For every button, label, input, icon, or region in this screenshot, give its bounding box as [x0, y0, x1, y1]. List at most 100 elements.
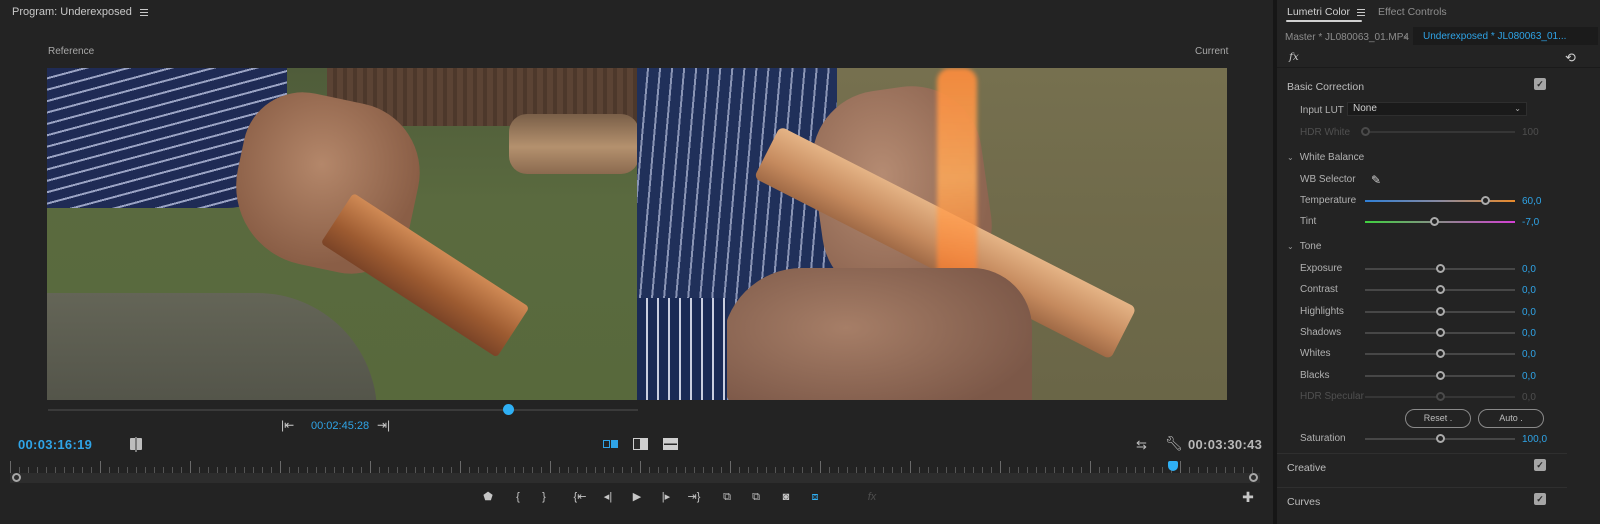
panel-menu-icon[interactable]: [1357, 8, 1366, 16]
active-tab-indicator: [1286, 20, 1362, 22]
tab-lumetri-color[interactable]: Lumetri Color: [1287, 6, 1366, 18]
white-balance-header[interactable]: ⌄ White Balance: [1287, 152, 1364, 163]
whites-value[interactable]: 0,0: [1522, 349, 1536, 360]
reference-frame: [47, 68, 637, 400]
slider-track: [1365, 221, 1515, 223]
basic-correction-header[interactable]: Basic Correction: [1287, 81, 1364, 93]
striped-cuff: [637, 298, 727, 400]
reference-go-to-in-button[interactable]: |⇤: [281, 418, 294, 432]
playhead[interactable]: [1167, 461, 1178, 471]
exposure-value[interactable]: 0,0: [1522, 264, 1536, 275]
tone-header[interactable]: ⌄ Tone: [1287, 241, 1321, 252]
lift-button[interactable]: ⧉: [719, 490, 735, 504]
global-fx-mute-button[interactable]: fx: [864, 490, 880, 504]
slider-knob[interactable]: [1436, 349, 1445, 358]
input-lut-dropdown[interactable]: None ⌄: [1347, 102, 1527, 116]
saturation-label: Saturation: [1300, 433, 1346, 444]
highlights-slider[interactable]: [1365, 307, 1515, 317]
slider-knob[interactable]: [1361, 127, 1370, 136]
shadows-value[interactable]: 0,0: [1522, 328, 1536, 339]
divider: [1277, 453, 1567, 454]
side-by-side-view-button[interactable]: [603, 438, 618, 450]
reset-button[interactable]: Reset .: [1405, 409, 1471, 428]
comparison-view-button[interactable]: ⧈: [807, 490, 823, 504]
saturation-slider[interactable]: [1365, 434, 1515, 444]
zoom-scrollbar[interactable]: [10, 473, 1260, 483]
tab-effect-controls[interactable]: Effect Controls: [1378, 6, 1447, 18]
contrast-value[interactable]: 0,0: [1522, 285, 1536, 296]
eyedropper-icon[interactable]: ✎: [1371, 173, 1381, 187]
zoom-start-handle[interactable]: [12, 473, 21, 482]
vertical-split-view-button[interactable]: [633, 438, 648, 450]
blacks-value[interactable]: 0,0: [1522, 371, 1536, 382]
fx-bypass-toggle[interactable]: fx: [1289, 51, 1299, 63]
blacks-slider[interactable]: [1365, 371, 1515, 381]
export-frame-button[interactable]: ◙: [778, 490, 794, 504]
go-to-out-button[interactable]: ⇥}: [686, 490, 702, 504]
horizontal-split-view-button[interactable]: [663, 438, 678, 450]
contrast-slider[interactable]: [1365, 285, 1515, 295]
reference-scrub-handle[interactable]: [503, 404, 515, 415]
creative-header[interactable]: Creative: [1287, 462, 1326, 474]
wrench-icon[interactable]: 🔧︎: [1165, 435, 1183, 452]
master-clip-label[interactable]: Master * JL080063_01.MP4: [1285, 32, 1409, 43]
saturation-value[interactable]: 100,0: [1522, 434, 1547, 445]
tint-value[interactable]: -7,0: [1522, 217, 1539, 228]
swap-sides-icon[interactable]: ⇆: [1136, 437, 1147, 453]
hdr-specular-value[interactable]: 0,0: [1522, 392, 1536, 403]
curves-header[interactable]: Curves: [1287, 496, 1320, 508]
button-editor-button[interactable]: ✚: [1240, 490, 1256, 504]
highlights-value[interactable]: 0,0: [1522, 307, 1536, 318]
shadows-label: Shadows: [1300, 327, 1342, 338]
panel-menu-icon[interactable]: [139, 8, 148, 16]
go-to-out-icon: ⇥}: [687, 491, 701, 503]
play-button[interactable]: ▶: [629, 490, 645, 504]
plus-icon: ✚: [1242, 489, 1254, 505]
auto-button[interactable]: Auto .: [1478, 409, 1544, 428]
temperature-slider[interactable]: [1365, 196, 1515, 206]
hdr-specular-slider[interactable]: [1365, 392, 1515, 402]
timeline-ruler[interactable]: [10, 461, 1260, 473]
extract-button[interactable]: ⧉: [748, 490, 764, 504]
add-marker-button[interactable]: ⬟: [480, 490, 496, 504]
program-monitor-panel: Program: Underexposed Reference Current …: [0, 0, 1273, 524]
curves-checkbox[interactable]: ✓: [1534, 493, 1546, 505]
exposure-slider[interactable]: [1365, 264, 1515, 274]
go-to-in-button[interactable]: {⇤: [572, 490, 588, 504]
mark-in-button[interactable]: {: [510, 490, 526, 504]
divider: [1277, 67, 1600, 68]
mark-out-button[interactable]: }: [536, 490, 552, 504]
zoom-end-handle[interactable]: [1249, 473, 1258, 482]
reset-effect-icon[interactable]: ⟲: [1565, 50, 1576, 66]
panel-title-text: Program: Underexposed: [12, 6, 132, 18]
slider-knob[interactable]: [1436, 392, 1445, 401]
go-to-out-icon: ⇥|: [377, 418, 391, 432]
temperature-value[interactable]: 60,0: [1522, 196, 1541, 207]
hdr-white-slider[interactable]: [1361, 127, 1515, 137]
slider-knob[interactable]: [1436, 328, 1445, 337]
slider-knob[interactable]: [1436, 434, 1445, 443]
slider-knob[interactable]: [1436, 371, 1445, 380]
playhead-timecode[interactable]: 00:03:16:19: [18, 437, 92, 452]
creative-checkbox[interactable]: ✓: [1534, 459, 1546, 471]
reference-timecode[interactable]: 00:02:45:28: [311, 420, 369, 432]
chevron-down-icon[interactable]: ⌄: [1402, 30, 1410, 41]
step-back-button[interactable]: ◂|: [600, 490, 616, 504]
contrast-label: Contrast: [1300, 284, 1338, 295]
slider-knob[interactable]: [1436, 264, 1445, 273]
reference-scrub-track[interactable]: [48, 409, 638, 411]
step-forward-button[interactable]: |▸: [658, 490, 674, 504]
slider-track: [1365, 200, 1515, 202]
target-clip-dropdown[interactable]: Underexposed * JL080063_01...: [1413, 27, 1598, 45]
whites-slider[interactable]: [1365, 349, 1515, 359]
shadows-slider[interactable]: [1365, 328, 1515, 338]
tint-slider[interactable]: [1365, 217, 1515, 227]
slider-knob[interactable]: [1430, 217, 1439, 226]
slider-knob[interactable]: [1481, 196, 1490, 205]
reference-go-to-out-button[interactable]: ⇥|: [377, 418, 390, 432]
slider-knob[interactable]: [1436, 285, 1445, 294]
slider-knob[interactable]: [1436, 307, 1445, 316]
shot-match-icon[interactable]: [130, 437, 142, 452]
basic-correction-checkbox[interactable]: ✓: [1534, 78, 1546, 90]
hdr-white-value[interactable]: 100: [1522, 127, 1539, 138]
